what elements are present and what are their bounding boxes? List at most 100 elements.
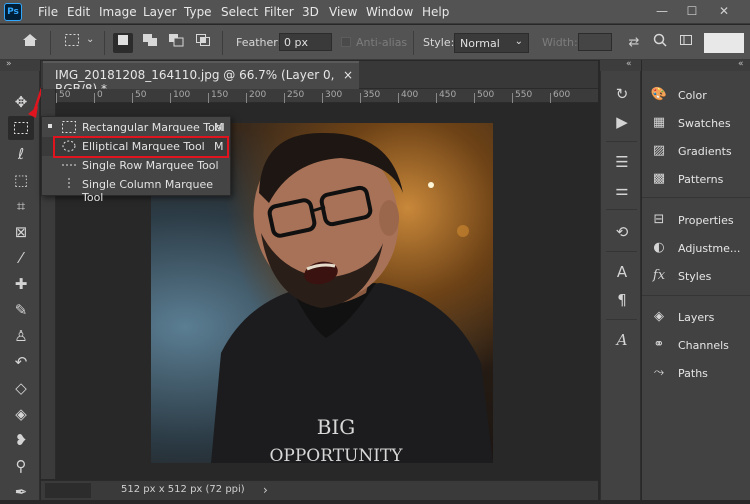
flyout-item-rectangular[interactable]: Rectangular Marquee Tool M [42, 118, 230, 137]
patterns-icon[interactable]: ▩ [650, 170, 668, 188]
flyout-label: Single Row Marquee Tool [82, 159, 219, 172]
document-tab[interactable]: IMG_20181208_164110.jpg @ 66.7% (Layer 0… [43, 61, 359, 96]
width-input[interactable] [578, 33, 612, 51]
panel-dock-header[interactable]: « [642, 59, 750, 71]
dock-header[interactable]: « [600, 59, 641, 71]
properties-icon[interactable]: ⊟ [650, 211, 668, 229]
ruler-number: 50 [59, 90, 71, 100]
palette-icon[interactable]: 🎨 [650, 86, 668, 104]
swap-arrows-icon[interactable]: ⇄ [624, 33, 644, 53]
menu-edit[interactable]: Edit [67, 5, 90, 19]
ruler-number: 0 [97, 90, 103, 100]
history-brush-icon[interactable]: ↶ [8, 350, 34, 374]
zoom-field[interactable] [45, 483, 91, 498]
paragraph-icon[interactable]: ¶ [611, 289, 633, 311]
eyedropper-icon[interactable]: ⁄ [8, 246, 34, 270]
rect-marquee-icon [62, 121, 76, 133]
pen-tool-icon[interactable]: ✒ [8, 480, 34, 504]
panel-color[interactable]: Color [678, 89, 707, 102]
menu-view[interactable]: View [329, 5, 357, 19]
lasso-tool-icon[interactable]: ℓ [8, 142, 34, 166]
ruler-tick [208, 93, 209, 103]
menu-layer[interactable]: Layer [143, 5, 176, 19]
panel-layers[interactable]: Layers [678, 311, 714, 324]
panel-properties[interactable]: Properties [678, 214, 734, 227]
menu-image[interactable]: Image [99, 5, 137, 19]
anti-alias-checkbox[interactable] [341, 37, 351, 47]
paths-icon[interactable]: ⤳ [650, 364, 668, 382]
collapse-icon[interactable]: « [738, 59, 744, 69]
menu-type[interactable]: Type [184, 5, 212, 19]
subtract-from-selection-icon[interactable] [166, 33, 186, 53]
menu-window[interactable]: Window [366, 5, 413, 19]
feather-label: Feather: [236, 36, 282, 49]
panel-patterns[interactable]: Patterns [678, 173, 723, 186]
collapse-icon[interactable]: « [626, 59, 632, 69]
photoshop-logo: Ps [4, 3, 22, 21]
share-button[interactable] [704, 33, 744, 53]
marquee-preset-icon[interactable] [62, 33, 82, 53]
dodge-tool-icon[interactable]: ⚲ [8, 454, 34, 478]
maximize-button[interactable]: ☐ [682, 2, 702, 20]
eraser-icon[interactable]: ◇ [8, 376, 34, 400]
actions-play-icon[interactable]: ▶ [611, 111, 633, 133]
character-icon[interactable]: A [611, 261, 633, 283]
crop-tool-icon[interactable]: ⌗ [8, 194, 34, 218]
brush-tool-icon[interactable]: ✎ [8, 298, 34, 322]
workspace-icon[interactable] [676, 33, 696, 53]
ruler-tick [132, 93, 133, 103]
panel-paths[interactable]: Paths [678, 367, 708, 380]
clone-stamp-icon[interactable]: ♙ [8, 324, 34, 348]
menu-select[interactable]: Select [221, 5, 258, 19]
separator [222, 31, 223, 55]
close-window-button[interactable]: ✕ [714, 2, 734, 20]
frame-tool-icon[interactable]: ⊠ [8, 220, 34, 244]
blur-tool-icon[interactable]: ❥ [8, 428, 34, 452]
search-icon[interactable] [650, 33, 670, 53]
quick-selection-icon[interactable]: ⬚ [8, 168, 34, 192]
ruler-number: 50 [135, 90, 147, 100]
home-icon[interactable] [20, 33, 40, 53]
menu-filter[interactable]: Filter [264, 5, 294, 19]
intersect-selection-icon[interactable] [193, 33, 213, 53]
style-dropdown[interactable]: Normal ⌄ [454, 33, 529, 53]
status-arrow-icon[interactable]: › [263, 483, 268, 497]
separator [606, 319, 637, 320]
separator [606, 141, 637, 142]
adjustments-icon[interactable]: ◐ [650, 239, 668, 257]
anti-alias-label: Anti-alias [356, 36, 408, 49]
styles-fx-icon[interactable]: fx [650, 267, 668, 285]
separator [642, 295, 750, 296]
feather-input[interactable]: 0 px [279, 33, 332, 51]
minimize-button[interactable]: — [652, 2, 672, 20]
panel-swatches[interactable]: Swatches [678, 117, 731, 130]
menu-help[interactable]: Help [422, 5, 449, 19]
healing-brush-icon[interactable]: ✚ [8, 272, 34, 296]
flyout-item-single-column[interactable]: Single Column Marquee Tool [42, 175, 230, 204]
panel-adjustments[interactable]: Adjustme... [678, 242, 740, 255]
menu-file[interactable]: File [38, 5, 58, 19]
chevron-down-icon[interactable]: ⌄ [86, 34, 94, 45]
paint-bucket-icon[interactable]: ◈ [8, 402, 34, 426]
new-selection-icon[interactable] [113, 33, 133, 53]
glyphs-icon[interactable]: A [611, 329, 633, 351]
menu-bar: Ps File Edit Image Layer Type Select Fil… [0, 0, 750, 24]
menu-3d[interactable]: 3D [302, 5, 319, 19]
history-icon[interactable]: ↻ [611, 83, 633, 105]
panel-styles[interactable]: Styles [678, 270, 711, 283]
gradients-icon[interactable]: ▨ [650, 142, 668, 160]
shape-tools-icon[interactable]: ⟲ [611, 221, 633, 243]
close-tab-icon[interactable]: × [343, 68, 353, 82]
sliders-icon[interactable]: ⚌ [611, 179, 633, 201]
selected-indicator-icon [48, 124, 52, 128]
swatches-icon[interactable]: ▦ [650, 114, 668, 132]
flyout-item-single-row[interactable]: Single Row Marquee Tool [42, 156, 230, 175]
channels-icon[interactable]: ⚭ [650, 336, 668, 354]
ruler-number: 550 [515, 90, 533, 100]
collapse-icon[interactable]: » [6, 59, 12, 69]
adjustments-list-icon[interactable]: ☰ [611, 151, 633, 173]
add-to-selection-icon[interactable] [140, 33, 160, 53]
panel-channels[interactable]: Channels [678, 339, 729, 352]
panel-gradients[interactable]: Gradients [678, 145, 732, 158]
layers-icon[interactable]: ◈ [650, 308, 668, 326]
